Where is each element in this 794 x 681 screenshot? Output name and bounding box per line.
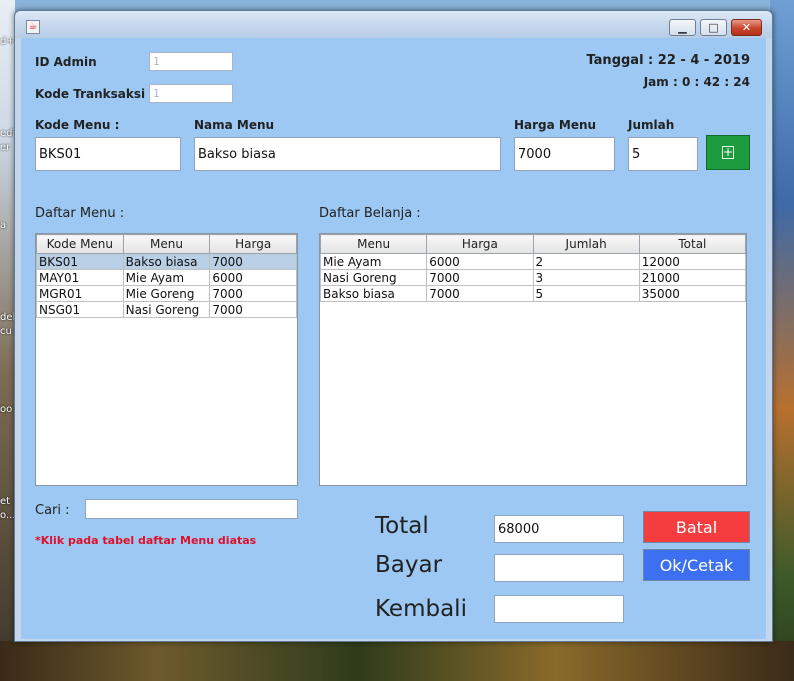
java-cup-icon: ☕ [26, 20, 40, 34]
add-item-button[interactable]: + [706, 135, 750, 170]
daftar-belanja-title: Daftar Belanja : [319, 206, 421, 221]
table-cell: MAY01 [36, 269, 124, 286]
table-cell: 7000 [209, 253, 297, 270]
kode-transaksi-label: Kode Tranksaksi [35, 87, 146, 101]
maximize-button[interactable]: □ [700, 19, 727, 36]
kasir-window: ☕ ▁ □ ✕ ID Admin 1 Kode Tranksaksi 1 Tan… [14, 10, 773, 642]
close-button[interactable]: ✕ [731, 19, 762, 36]
table-cell: 7000 [209, 285, 297, 302]
table-cell: 5 [532, 285, 640, 302]
table-row[interactable]: Nasi Goreng 7000 3 21000 [319, 269, 747, 286]
table-cell: 3 [532, 269, 640, 286]
column-header-menu[interactable]: Menu [319, 234, 428, 254]
jam-label: Jam : 0 : 42 : 24 [643, 75, 750, 89]
bayar-field[interactable] [494, 554, 624, 582]
table-cell: NSG01 [36, 301, 124, 318]
batal-button[interactable]: Batal [643, 511, 750, 543]
column-header-menu[interactable]: Menu [122, 234, 211, 254]
table-cell: Bakso biasa [122, 253, 211, 270]
cari-label: Cari : [35, 503, 70, 518]
table-row[interactable]: NSG01 Nasi Goreng 7000 [36, 301, 297, 318]
table-cell: 7000 [209, 301, 297, 318]
table-cell: Nasi Goreng [319, 269, 428, 286]
daftar-menu-title: Daftar Menu : [35, 206, 125, 221]
hint-text: *Klik pada tabel daftar Menu diatas [35, 534, 257, 547]
table-cell: 6000 [426, 253, 534, 270]
desktop-text-fragment: a [0, 220, 7, 231]
column-header-jumlah[interactable]: Jumlah [532, 234, 640, 254]
column-header-harga[interactable]: Harga [426, 234, 534, 254]
plus-icon: + [722, 145, 734, 159]
nama-menu-field[interactable]: Bakso biasa [194, 137, 501, 171]
table-cell: Bakso biasa [319, 285, 428, 302]
table-row[interactable]: BKS01 Bakso biasa 7000 [36, 253, 297, 270]
title-bar[interactable]: ☕ ▁ □ ✕ [15, 11, 772, 38]
desktop-background-left [0, 0, 15, 681]
table-row[interactable]: MGR01 Mie Goreng 7000 [36, 285, 297, 302]
desktop-text-fragment: oo [0, 404, 13, 415]
kembali-field [494, 595, 624, 623]
desktop-text-fragment: del [0, 312, 16, 323]
table-cell: 35000 [638, 285, 747, 302]
total-label: Total [375, 513, 429, 539]
table-cell: 7000 [426, 269, 534, 286]
desktop-text-fragment: d+ [0, 36, 15, 47]
table-cell: Mie Goreng [122, 285, 211, 302]
ok-cetak-button[interactable]: Ok/Cetak [643, 549, 750, 581]
kode-menu-field[interactable]: BKS01 [35, 137, 181, 171]
desktop-background-right [770, 0, 794, 681]
id-admin-field: 1 [149, 52, 233, 71]
minimize-button[interactable]: ▁ [669, 19, 696, 36]
daftar-menu-table[interactable]: Kode Menu Menu Harga BKS01 Bakso biasa 7… [35, 233, 298, 486]
daftar-belanja-table[interactable]: Menu Harga Jumlah Total Mie Ayam 6000 2 … [319, 233, 747, 486]
table-cell: Mie Ayam [122, 269, 211, 286]
kode-menu-label: Kode Menu : [35, 118, 120, 132]
jumlah-field[interactable]: 5 [628, 137, 698, 171]
table-cell: Mie Ayam [319, 253, 428, 270]
table-cell: 7000 [426, 285, 534, 302]
table-row[interactable]: Bakso biasa 7000 5 35000 [319, 285, 747, 302]
kembali-label: Kembali [375, 596, 467, 622]
table-cell: 12000 [638, 253, 747, 270]
column-header-total[interactable]: Total [638, 234, 747, 254]
column-header-kode-menu[interactable]: Kode Menu [36, 234, 124, 254]
nama-menu-label: Nama Menu [194, 118, 275, 132]
desktop-text-fragment: edi [0, 128, 16, 139]
table-cell: 6000 [209, 269, 297, 286]
column-header-harga[interactable]: Harga [209, 234, 297, 254]
desktop-text-fragment: er [0, 142, 11, 153]
table-cell: BKS01 [36, 253, 124, 270]
content-panel: ID Admin 1 Kode Tranksaksi 1 Tanggal : 2… [21, 38, 766, 639]
total-field: 68000 [494, 515, 624, 543]
table-row[interactable]: MAY01 Mie Ayam 6000 [36, 269, 297, 286]
table-row[interactable]: Mie Ayam 6000 2 12000 [319, 253, 747, 270]
harga-menu-field[interactable]: 7000 [514, 137, 615, 171]
tanggal-label: Tanggal : 22 - 4 - 2019 [586, 53, 750, 68]
id-admin-label: ID Admin [35, 55, 97, 69]
bayar-label: Bayar [375, 552, 443, 578]
desktop-text-fragment: et [0, 496, 11, 507]
harga-menu-label: Harga Menu [514, 118, 597, 132]
desktop-background-bottom [0, 641, 794, 681]
table-cell: 2 [532, 253, 640, 270]
jumlah-label: Jumlah [628, 118, 675, 132]
kode-transaksi-field: 1 [149, 84, 233, 103]
table-cell: MGR01 [36, 285, 124, 302]
table-cell: 21000 [638, 269, 747, 286]
table-cell: Nasi Goreng [122, 301, 211, 318]
desktop-text-fragment: cu [0, 326, 12, 337]
search-input[interactable] [85, 499, 298, 519]
